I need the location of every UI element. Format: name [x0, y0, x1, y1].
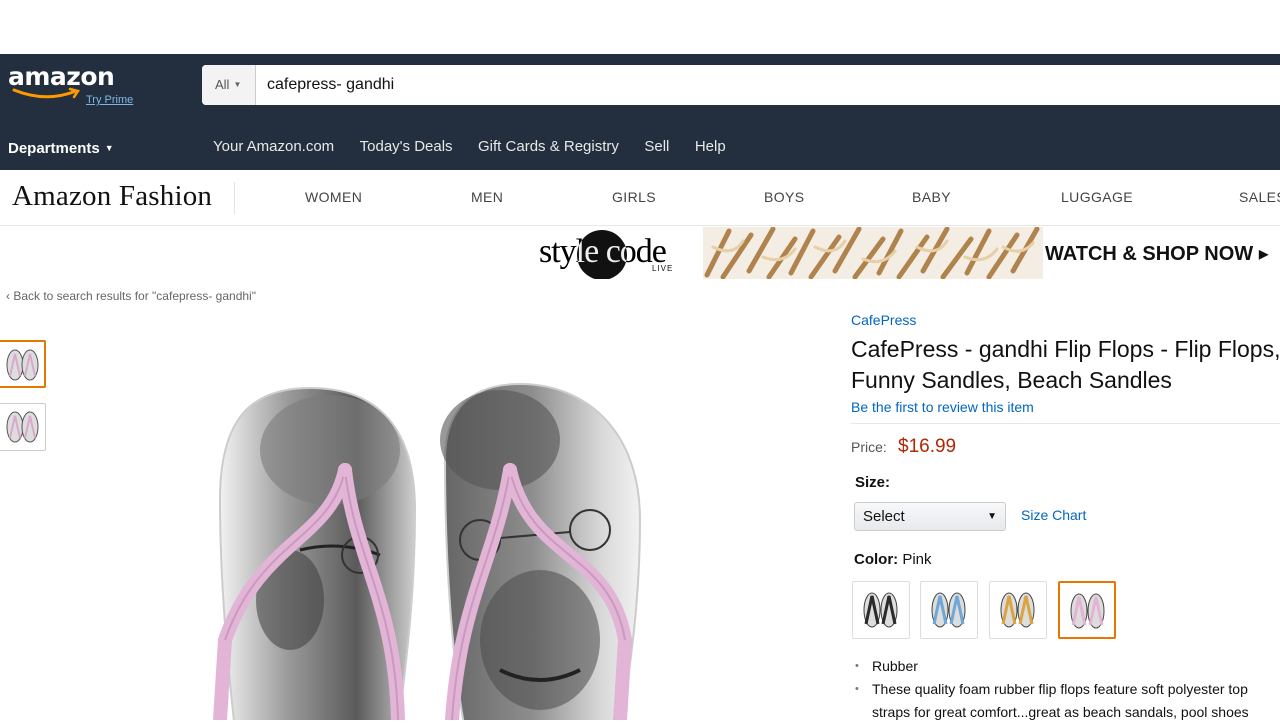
category-girls[interactable]: GIRLS: [612, 189, 656, 205]
departments-menu[interactable]: Departments ▼: [8, 140, 114, 157]
color-value: Pink: [902, 551, 932, 568]
heels-image: [703, 227, 1043, 279]
search-bar: All ▼: [202, 65, 1280, 105]
watch-shop-now-link[interactable]: WATCH & SHOP NOW ▸: [1045, 241, 1269, 266]
try-prime-link[interactable]: Try Prime: [86, 94, 133, 106]
amazon-logo[interactable]: amazon Try Prime: [8, 62, 158, 108]
search-scope-dropdown[interactable]: All ▼: [202, 65, 256, 105]
divider: [851, 423, 1280, 424]
thumbnail-1[interactable]: [0, 340, 46, 388]
nav-links: Your Amazon.com Today's Deals Gift Cards…: [213, 138, 747, 158]
category-men[interactable]: MEN: [471, 189, 503, 205]
product-main-image[interactable]: [180, 340, 660, 720]
category-luggage[interactable]: LUGGAGE: [1061, 189, 1133, 205]
amazon-fashion-logo[interactable]: Amazon Fashion: [12, 180, 212, 213]
smile-arrow-icon: [12, 87, 81, 99]
price-label: Price:: [851, 439, 887, 455]
flip-flop-swatch-icon: [863, 592, 898, 628]
brand-link[interactable]: CafePress: [851, 312, 916, 328]
search-scope-label: All: [215, 77, 230, 92]
flip-flop-swatch-icon: [1070, 593, 1105, 629]
nav-link-sell[interactable]: Sell: [644, 138, 669, 155]
nav-link-gift-cards[interactable]: Gift Cards & Registry: [478, 138, 619, 155]
back-to-results-link[interactable]: ‹ Back to search results for "cafepress-…: [6, 289, 256, 303]
departments-label: Departments: [8, 140, 100, 157]
fashion-nav: Amazon Fashion WOMEN MEN GIRLS BOYS BABY…: [0, 170, 1280, 226]
write-review-link[interactable]: Be the first to review this item: [851, 399, 1034, 415]
category-women[interactable]: WOMEN: [305, 189, 362, 205]
size-chart-link[interactable]: Size Chart: [1021, 507, 1086, 523]
color-swatch-pink[interactable]: [1058, 581, 1116, 639]
search-input[interactable]: [256, 65, 1256, 105]
size-label: Size:: [855, 474, 891, 491]
nav-link-your-amazon[interactable]: Your Amazon.com: [213, 138, 334, 155]
feature-bullets: Rubber These quality foam rubber flip fl…: [853, 655, 1280, 723]
product-title: CafePress - gandhi Flip Flops - Flip Flo…: [851, 336, 1280, 393]
flip-flop-swatch-icon: [1000, 592, 1035, 628]
flip-flop-thumbnail-icon: [6, 349, 39, 381]
flip-flop-thumbnail-icon: [6, 411, 39, 443]
banner-live: LIVE: [652, 264, 674, 273]
size-select-value: Select: [863, 508, 905, 525]
feature-bullet: These quality foam rubber flip flops fea…: [853, 678, 1280, 700]
color-swatch-black[interactable]: [852, 581, 910, 639]
nav-link-todays-deals[interactable]: Today's Deals: [360, 138, 453, 155]
banner-brand: style code: [539, 233, 667, 270]
flip-flop-swatch-icon: [931, 592, 966, 628]
color-label: Color: Pink: [854, 551, 932, 568]
chevron-down-icon: ▼: [233, 80, 242, 89]
size-select[interactable]: Select ▼: [854, 502, 1006, 531]
chevron-down-icon: ▼: [987, 511, 997, 522]
category-boys[interactable]: BOYS: [764, 189, 805, 205]
divider: [234, 182, 235, 214]
color-swatch-blue[interactable]: [920, 581, 978, 639]
category-baby[interactable]: BABY: [912, 189, 951, 205]
category-sales[interactable]: SALES: [1239, 189, 1280, 205]
feature-bullet: Rubber: [853, 655, 1280, 677]
nav-link-help[interactable]: Help: [695, 138, 726, 155]
top-navbar: amazon Try Prime All▼ Departments▼ Your …: [0, 54, 1280, 170]
style-code-banner[interactable]: style code LIVE WATCH & SHOP NOW ▸: [527, 227, 1280, 279]
color-label-text: Color:: [854, 551, 899, 568]
thumbnail-2[interactable]: [0, 403, 46, 451]
color-swatch-gold[interactable]: [989, 581, 1047, 639]
chevron-down-icon: ▼: [104, 143, 114, 153]
price-value: $16.99: [898, 436, 957, 457]
